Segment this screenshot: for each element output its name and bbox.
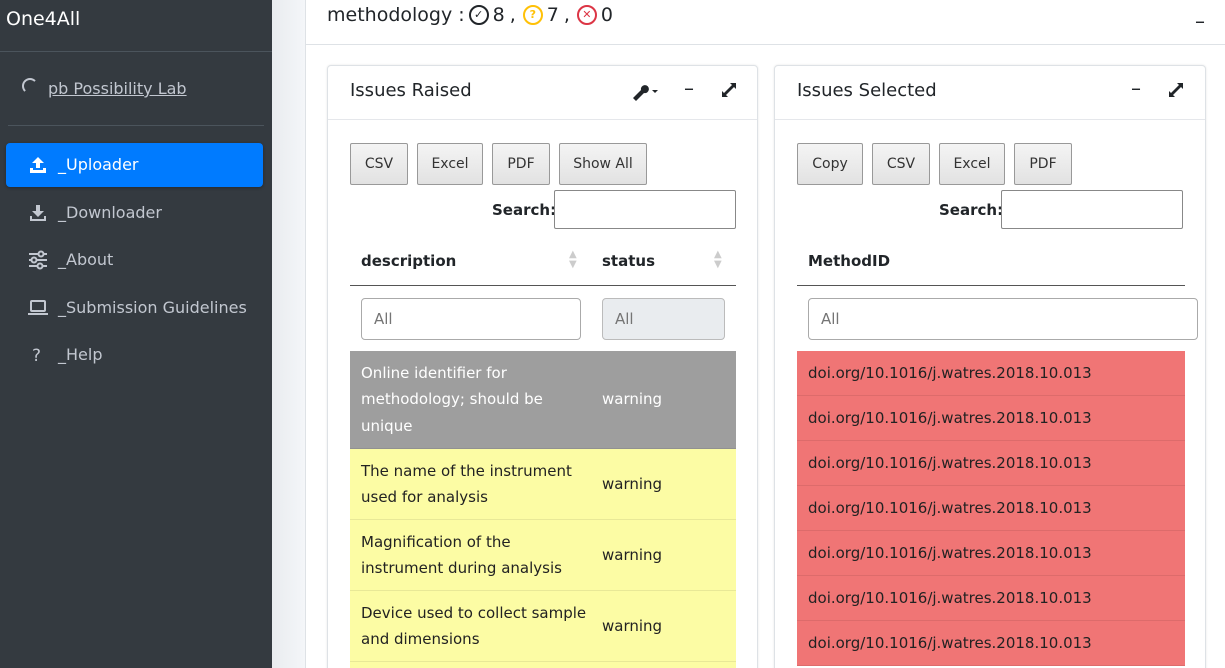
table-row[interactable]: Online identifier for methodology; shoul… (350, 351, 736, 449)
issues-selected-header: Issues Selected – (775, 66, 1205, 120)
csv-button[interactable]: CSV (872, 143, 930, 185)
warn-count: 7 (546, 4, 559, 26)
table-row[interactable]: doi.org/10.1016/j.watres.2018.10.013 (797, 396, 1185, 441)
row-description: Device used to collect sample and dimens… (361, 603, 587, 649)
sidebar-nav: Uploader Downloader About Submission Gui… (0, 126, 272, 377)
comma: , (563, 4, 570, 26)
section-separator: : (458, 4, 465, 26)
sort-icon[interactable]: ▲ ▼ (569, 250, 577, 270)
svg-text:?: ? (32, 346, 41, 366)
search-input[interactable] (1001, 190, 1183, 229)
column-header-description[interactable]: description (361, 252, 456, 270)
methodology-card: methodology : ✓ 8 , ? 7 , ✕ 0 – Issues R… (305, 0, 1225, 668)
table-row[interactable] (350, 662, 736, 668)
csv-button[interactable]: CSV (350, 143, 408, 185)
row-status: warning (602, 390, 663, 409)
question-circle-icon: ? (522, 5, 543, 25)
x-circle-icon: ✕ (576, 5, 597, 25)
row-status: warning (602, 545, 663, 564)
issues-raised-header: Issues Raised – (328, 66, 757, 120)
question-icon: ? (32, 346, 41, 366)
table-row[interactable]: doi.org/10.1016/j.watres.2018.10.013 (797, 486, 1185, 531)
excel-button[interactable]: Excel (939, 143, 1005, 185)
search-label: Search: (492, 201, 557, 219)
export-buttons: Copy CSV Excel PDF (797, 143, 1081, 185)
methodology-header: methodology : ✓ 8 , ? 7 , ✕ 0 – (306, 0, 1225, 45)
error-count: 0 (600, 4, 613, 26)
search-label: Search: (939, 201, 1004, 219)
sidebar-item-label: About (58, 250, 113, 269)
pdf-button[interactable]: PDF (1014, 143, 1072, 185)
header-divider (797, 285, 1185, 286)
pdf-button[interactable]: PDF (492, 143, 550, 185)
table-row[interactable]: doi.org/10.1016/j.watres.2018.10.013 (797, 531, 1185, 576)
sort-icon[interactable]: ▲ ▼ (714, 250, 722, 270)
minimize-icon[interactable]: – (684, 76, 694, 100)
methodology-title: methodology : ✓ 8 , ? 7 , ✕ 0 (327, 4, 613, 26)
expand-icon[interactable] (1167, 81, 1185, 103)
export-buttons: CSV Excel PDF Show All (350, 143, 656, 185)
expand-icon[interactable] (720, 81, 738, 103)
sidebar-item-uploader[interactable]: Uploader (6, 143, 263, 187)
sidebar-item-label: Submission Guidelines (58, 298, 247, 317)
excel-button[interactable]: Excel (417, 143, 483, 185)
table-row[interactable]: doi.org/10.1016/j.watres.2018.10.013 (797, 441, 1185, 486)
table-row[interactable]: doi.org/10.1016/j.watres.2018.10.013 (797, 621, 1185, 666)
sliders-icon (29, 250, 47, 270)
issues-selected-table-body: doi.org/10.1016/j.watres.2018.10.013 doi… (797, 351, 1185, 666)
main-content: methodology : ✓ 8 , ? 7 , ✕ 0 – Issues R… (272, 0, 1225, 668)
issues-selected-card: Issues Selected – Copy CSV Excel PDF Sea… (774, 65, 1206, 668)
issues-raised-table-body: Online identifier for methodology; shoul… (350, 351, 736, 668)
row-description: Magnification of the instrument during a… (361, 532, 562, 578)
sidebar-item-label: Uploader (58, 155, 138, 174)
status-filter (602, 298, 725, 340)
row-status: warning (602, 616, 663, 635)
issues-raised-card: Issues Raised – CSV Excel PDF Show All S… (327, 65, 758, 668)
issues-raised-title: Issues Raised (350, 80, 472, 101)
copy-button[interactable]: Copy (797, 143, 863, 185)
comma: , (509, 4, 516, 26)
section-title: methodology (327, 4, 453, 26)
wrench-icon[interactable] (630, 81, 662, 105)
sidebar-item-downloader[interactable]: Downloader (6, 191, 263, 235)
minimize-icon[interactable]: – (1131, 76, 1141, 100)
collapse-icon[interactable]: – (1195, 9, 1205, 33)
table-row[interactable]: doi.org/10.1016/j.watres.2018.10.013 (797, 576, 1185, 621)
table-row[interactable]: The name of the instrument used for anal… (350, 449, 736, 520)
sidebar-item-help[interactable]: ? Help (6, 333, 263, 377)
description-filter[interactable] (361, 298, 581, 340)
table-row[interactable]: Magnification of the instrument during a… (350, 520, 736, 591)
upload-icon (30, 157, 46, 173)
header-divider (350, 285, 736, 286)
avatar (22, 78, 38, 94)
row-description: Online identifier for methodology; shoul… (361, 363, 543, 435)
table-row[interactable]: doi.org/10.1016/j.watres.2018.10.013 (797, 351, 1185, 396)
column-header-status[interactable]: status (602, 252, 655, 270)
show-all-button[interactable]: Show All (559, 143, 647, 185)
sidebar-item-label: Help (58, 345, 102, 364)
user-panel: pb Possibility Lab (8, 52, 264, 126)
laptop-icon (28, 299, 48, 315)
sidebar-item-submission-guidelines[interactable]: Submission Guidelines (6, 286, 263, 330)
ok-count: 8 (492, 4, 505, 26)
brand-title[interactable]: One4All (0, 0, 272, 52)
search-input[interactable] (554, 190, 736, 229)
row-description: The name of the instrument used for anal… (361, 461, 572, 507)
user-name-link[interactable]: pb Possibility Lab (48, 79, 187, 98)
column-header-methodid[interactable]: MethodID (808, 252, 890, 270)
download-icon (30, 204, 46, 221)
sidebar: One4All pb Possibility Lab Uploader Down… (0, 0, 272, 668)
check-circle-icon: ✓ (468, 5, 489, 25)
row-status: warning (602, 474, 663, 493)
sidebar-item-label: Downloader (58, 203, 162, 222)
table-row[interactable]: Device used to collect sample and dimens… (350, 591, 736, 662)
issues-selected-title: Issues Selected (797, 80, 937, 101)
sidebar-item-about[interactable]: About (6, 238, 263, 282)
methodid-filter[interactable] (808, 298, 1198, 340)
